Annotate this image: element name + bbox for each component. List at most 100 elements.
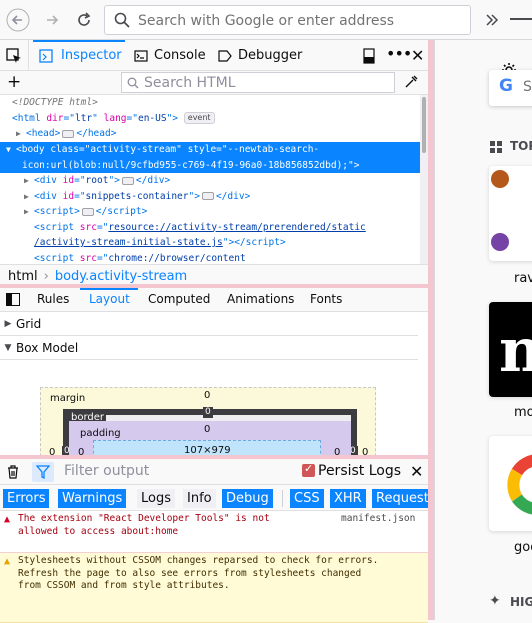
tab-rules[interactable]: Rules <box>37 292 69 306</box>
tile-label: goo <box>514 540 532 555</box>
padding-left-value[interactable]: 0 <box>78 447 84 455</box>
filter-label: Warnings <box>62 491 123 506</box>
clear-console-button[interactable] <box>6 465 20 479</box>
filter-label: XHR <box>334 491 362 506</box>
filter-requests-button[interactable]: Requests <box>372 489 428 508</box>
console-message-warning[interactable]: ▲ Stylesheets without CSSOM changes repa… <box>0 553 428 623</box>
filter-divider <box>282 490 283 507</box>
script-src-link[interactable]: resource://activity-stream/prerendered/s… <box>108 222 365 233</box>
padding-top-value[interactable]: 0 <box>204 424 210 435</box>
tab-console[interactable]: Console <box>134 40 214 71</box>
url-placeholder: Search with Google or enter address <box>138 13 395 29</box>
back-button[interactable] <box>4 6 32 34</box>
tab-inspector[interactable]: Inspector <box>33 40 125 71</box>
overflow-chevron-button[interactable] <box>478 6 506 34</box>
close-console-icon[interactable]: ✕ <box>410 462 423 481</box>
persist-logs-label[interactable]: Persist Logs <box>318 463 401 479</box>
error-icon: ▲ <box>4 514 11 525</box>
collapsed-ellipsis-icon[interactable] <box>201 192 214 200</box>
content-size-value[interactable]: 107×979 <box>184 445 231 455</box>
eyedropper-button[interactable] <box>404 75 418 89</box>
persist-logs-checkbox[interactable]: ✓ <box>302 462 315 477</box>
top-site-tile[interactable]: n <box>489 302 532 397</box>
page-search-box[interactable]: G S <box>489 70 532 106</box>
filter-output-input[interactable]: Filter output <box>64 463 149 479</box>
doctype-node[interactable]: <!DOCTYPE html> <box>12 95 98 111</box>
tab-fonts[interactable]: Fonts <box>310 292 342 306</box>
tile-dot-icon <box>491 233 509 251</box>
tab-animations[interactable]: Animations <box>227 292 294 306</box>
forward-button[interactable] <box>38 6 66 34</box>
tab-computed[interactable]: Computed <box>148 292 210 306</box>
filter-info-button[interactable]: Info <box>183 489 216 508</box>
filter-debug-button[interactable]: Debug <box>222 489 273 508</box>
div-tag: div <box>39 190 57 202</box>
filter-toggle-button[interactable] <box>32 462 54 482</box>
attr-value: en-US <box>137 112 167 124</box>
script-node[interactable]: ▶ <script> </script> <box>24 204 147 220</box>
div-root-node[interactable]: ▶ <div id="root"> </div> <box>24 173 170 189</box>
expand-arrow-icon[interactable]: ▶ <box>16 126 26 142</box>
collapsed-ellipsis-icon[interactable] <box>121 176 134 185</box>
reload-button[interactable] <box>70 6 98 34</box>
menu-icon[interactable] <box>510 18 532 20</box>
close-devtools-icon[interactable]: ✕ <box>411 46 424 65</box>
browser-toolbar: Search with Google or enter address <box>0 0 532 40</box>
element-picker-button[interactable] <box>6 48 22 64</box>
collapsed-ellipsis-icon[interactable] <box>81 207 94 216</box>
html-tag: html <box>17 112 41 124</box>
margin-label: margin <box>50 393 86 404</box>
top-sites-heading: TOP <box>510 139 532 153</box>
collapse-arrow-icon[interactable]: ▼ <box>6 142 16 158</box>
selected-indicator <box>80 288 138 290</box>
expand-arrow-icon[interactable]: ▶ <box>24 189 34 205</box>
tab-label: Console <box>154 48 206 63</box>
add-node-icon[interactable]: + <box>7 72 21 92</box>
filter-errors-button[interactable]: Errors <box>3 489 50 508</box>
more-options-icon[interactable]: ••• <box>386 44 412 63</box>
event-badge[interactable]: event <box>183 112 215 124</box>
filter-warnings-button[interactable]: Warnings <box>58 489 127 508</box>
script-src-link-cont[interactable]: /activity-stream-initial-state.js <box>34 237 223 248</box>
filter-xhr-button[interactable]: XHR <box>330 489 366 508</box>
tab-debugger[interactable]: Debugger <box>218 40 304 71</box>
script-src-node[interactable]: <script src="resource://activity-stream/… <box>34 220 366 236</box>
url-bar[interactable]: Search with Google or enter address <box>104 5 471 35</box>
attr-value: ltr <box>74 112 93 124</box>
grid-section-header[interactable]: ▶ Grid <box>0 312 418 336</box>
breadcrumb-body[interactable]: body.activity-stream <box>55 269 187 284</box>
breadcrumb-html[interactable]: html <box>8 269 38 284</box>
expand-arrow-icon[interactable]: ▶ <box>24 204 34 220</box>
forward-arrow-icon <box>47 15 59 25</box>
toggle-sidebar-button[interactable] <box>6 293 20 306</box>
div-snippets-node[interactable]: ▶ <div id="snippets-container"> </div> <box>24 189 250 205</box>
border-top-value[interactable]: 0 <box>203 407 213 418</box>
tab-label: Debugger <box>238 48 303 63</box>
filter-css-button[interactable]: CSS <box>290 489 324 508</box>
margin-right-value[interactable]: 0 <box>362 447 368 455</box>
filter-logs-button[interactable]: Logs <box>137 489 175 508</box>
scrollbar-thumb[interactable] <box>422 97 426 153</box>
attr-name: lang <box>103 112 127 124</box>
google-logo-icon: G <box>499 76 513 96</box>
message-source-link[interactable]: manifest.json <box>341 513 415 526</box>
expand-arrow-icon[interactable]: ▶ <box>24 173 34 189</box>
top-site-tile[interactable] <box>489 166 532 261</box>
tab-label: Inspector <box>61 48 122 63</box>
tab-layout[interactable]: Layout <box>89 292 130 306</box>
filter-funnel-icon <box>36 465 50 479</box>
head-node[interactable]: ▶ <head> </head> <box>16 126 116 142</box>
message-text: Stylesheets without CSSOM changes repars… <box>18 555 379 591</box>
dock-button[interactable] <box>362 48 376 64</box>
console-message-error[interactable]: ▲ The extension "React Developer Tools" … <box>0 511 428 553</box>
padding-right-value[interactable]: 0 <box>334 447 340 455</box>
sidebar-toggle-icon <box>6 293 20 306</box>
margin-top-value[interactable]: 0 <box>204 390 210 401</box>
html-node[interactable]: <html dir="ltr" lang="en-US"> event <box>12 111 215 127</box>
filter-label: Debug <box>226 491 269 506</box>
search-html-input[interactable]: Search HTML <box>121 72 395 93</box>
box-model-section-header[interactable]: ▼ Box Model <box>0 336 418 360</box>
top-site-tile[interactable] <box>489 436 532 531</box>
margin-left-value[interactable]: 0 <box>49 447 55 455</box>
collapsed-ellipsis-icon[interactable] <box>62 129 75 138</box>
